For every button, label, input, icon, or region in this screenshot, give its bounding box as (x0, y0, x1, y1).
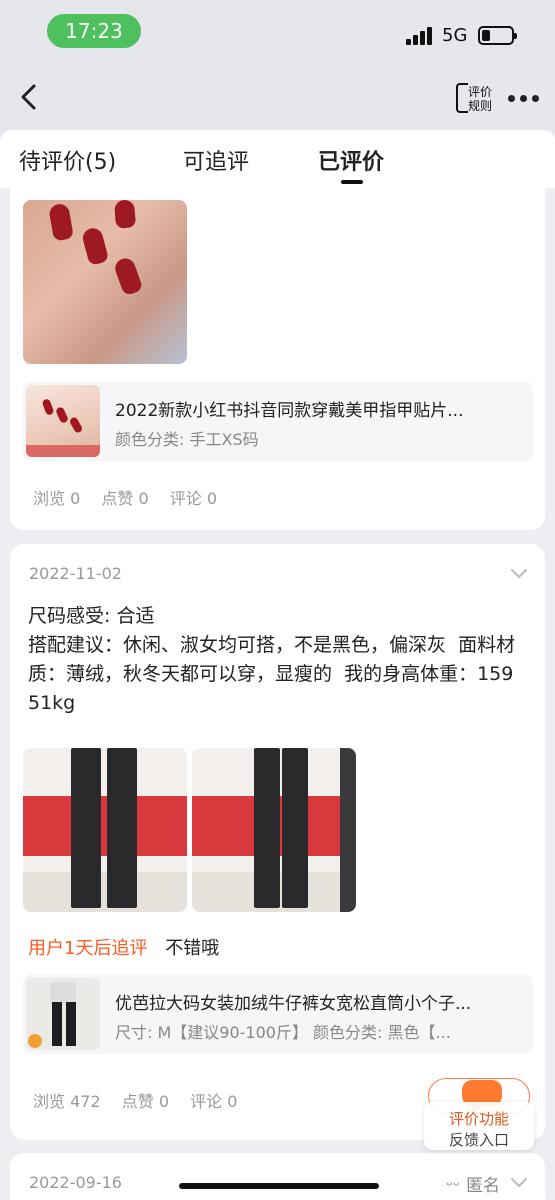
status-time: 17:23 (47, 14, 141, 48)
tab-pending-review[interactable]: 待评价(5) (19, 144, 116, 176)
review-photo[interactable] (192, 748, 356, 912)
back-arrow-icon[interactable] (18, 82, 42, 112)
feedback-subtitle: 反馈入口 (448, 1131, 509, 1149)
follow-up-tag: 用户1天后追评 (28, 938, 148, 959)
comments-count[interactable]: 评论 0 (190, 1092, 237, 1111)
likes-count[interactable]: 点赞 0 (101, 489, 148, 508)
likes-count[interactable]: 点赞 0 (122, 1092, 169, 1111)
product-spec: 尺寸: M【建议90-100斤】 颜色分类: 黑色【... (115, 1023, 451, 1042)
review-date: 2022-11-02 (29, 564, 122, 583)
anonymous-label: ᵕᵕ 匿名 (446, 1176, 501, 1196)
product-info[interactable]: 2022新款小红书抖音同款穿戴美甲指甲贴片... 颜色分类: 手工XS码 (23, 381, 533, 461)
review-card: 2022-09-16 ᵕᵕ 匿名 (10, 1153, 545, 1200)
chevron-down-icon[interactable] (510, 1177, 528, 1189)
review-photo[interactable] (23, 748, 187, 912)
review-card: 2022新款小红书抖音同款穿戴美甲指甲贴片... 颜色分类: 手工XS码 浏览 … (10, 188, 545, 530)
review-date: 2022-09-16 (29, 1173, 122, 1192)
review-rules-label: 评价规则 (468, 85, 493, 113)
product-thumbnail (26, 385, 100, 457)
follow-up-text: 不错哦 (165, 938, 220, 959)
feedback-card[interactable]: 评价功能 反馈入口 (424, 1102, 534, 1150)
product-thumbnail (26, 978, 100, 1050)
home-indicator (179, 1183, 379, 1189)
status-bar: 17:23 5G (0, 0, 555, 64)
review-card: 2022-11-02 尺码感受: 合适 搭配建议：休闲、淑女均可搭，不是黑色，偏… (10, 544, 545, 1140)
signal-icon (406, 27, 436, 45)
tab-follow-up[interactable]: 可追评 (183, 144, 249, 176)
views-count: 浏览 0 (33, 489, 81, 508)
chevron-down-icon[interactable] (510, 568, 528, 580)
nav-bar: 评价规则 (0, 64, 555, 134)
review-tabs: 待评价(5) 可追评 已评价 (0, 130, 555, 188)
comments-count[interactable]: 评论 0 (170, 489, 217, 508)
eye-closed-icon: ᵕᵕ (446, 1176, 461, 1196)
views-count: 浏览 472 (33, 1092, 101, 1111)
product-spec: 颜色分类: 手工XS码 (115, 430, 259, 449)
rules-doc-icon (456, 83, 468, 113)
feedback-entry[interactable]: 评价功能 反馈入口 (424, 1080, 534, 1150)
network-label: 5G (442, 25, 468, 46)
review-photo[interactable] (23, 200, 187, 364)
more-icon[interactable] (508, 95, 540, 103)
review-stats: 浏览 0 点赞 0 评论 0 (33, 485, 233, 509)
review-stats: 浏览 472 点赞 0 评论 0 (33, 1088, 253, 1112)
feedback-title: 评价功能 (448, 1110, 509, 1128)
review-rules-button[interactable]: 评价规则 (456, 81, 494, 117)
product-info[interactable]: 优芭拉大码女装加绒牛仔裤女宽松直筒小个子... 尺寸: M【建议90-100斤】… (23, 974, 533, 1054)
battery-icon (478, 26, 517, 45)
active-tab-indicator (341, 180, 363, 184)
tab-reviewed[interactable]: 已评价 (318, 144, 384, 176)
review-text: 尺码感受: 合适 搭配建议：休闲、淑女均可搭，不是黑色，偏深灰 面料材质：薄绒，… (28, 605, 516, 714)
follow-up-review: 用户1天后追评 不错哦 (28, 934, 219, 960)
product-title: 2022新款小红书抖音同款穿戴美甲指甲贴片... (115, 401, 464, 421)
product-title: 优芭拉大码女装加绒牛仔裤女宽松直筒小个子... (115, 994, 472, 1014)
